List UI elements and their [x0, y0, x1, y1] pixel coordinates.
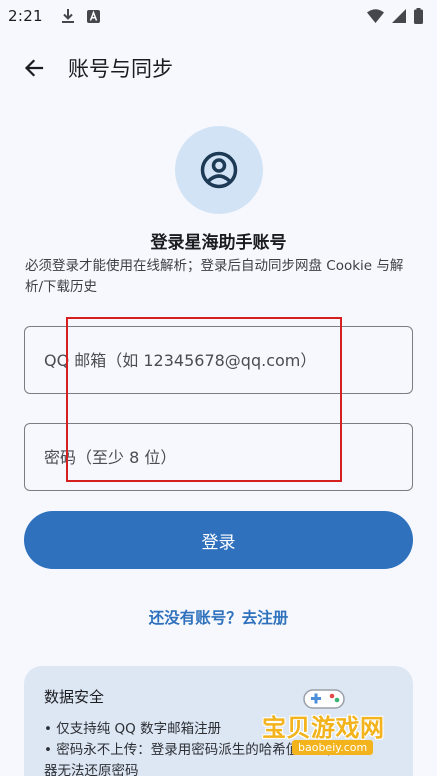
- avatar: [175, 126, 263, 214]
- security-item: • 仅支持纯 QQ 数字邮箱注册: [44, 721, 222, 737]
- login-button[interactable]: 登录: [24, 511, 413, 569]
- status-icons-right: [367, 8, 423, 24]
- status-icons-left: [61, 8, 100, 24]
- email-field[interactable]: [24, 326, 413, 394]
- account-circle-icon: [200, 151, 238, 189]
- app-bar: 账号与同步: [0, 40, 437, 96]
- login-description: 必须登录才能使用在线解析；登录后自动同步网盘 Cookie 与解析/下载历史: [25, 258, 404, 295]
- password-input[interactable]: [44, 447, 412, 467]
- status-bar: 2:21: [0, 0, 437, 32]
- security-item: 器无法还原密码: [44, 763, 139, 776]
- login-heading: 登录星海助手账号: [150, 233, 287, 253]
- back-button[interactable]: [10, 44, 58, 92]
- download-icon: [61, 9, 74, 23]
- register-link[interactable]: 还没有账号？去注册: [0, 606, 437, 628]
- signal-icon: [392, 9, 406, 23]
- arrow-back-icon: [24, 59, 44, 77]
- password-field[interactable]: [24, 423, 413, 491]
- keyboard-a-icon: [86, 9, 100, 23]
- page-title: 账号与同步: [68, 57, 173, 81]
- battery-icon: [414, 8, 423, 24]
- status-time: 2:21: [8, 7, 43, 25]
- security-card: 数据安全 • 仅支持纯 QQ 数字邮箱注册 • 密码永不上传：登录用密码派生的哈…: [24, 666, 413, 776]
- security-title: 数据安全: [44, 688, 105, 706]
- security-item: • 密码永不上传：登录用密码派生的哈希值验证，服务: [44, 742, 367, 758]
- wifi-icon: [367, 9, 384, 23]
- email-input[interactable]: [44, 350, 412, 370]
